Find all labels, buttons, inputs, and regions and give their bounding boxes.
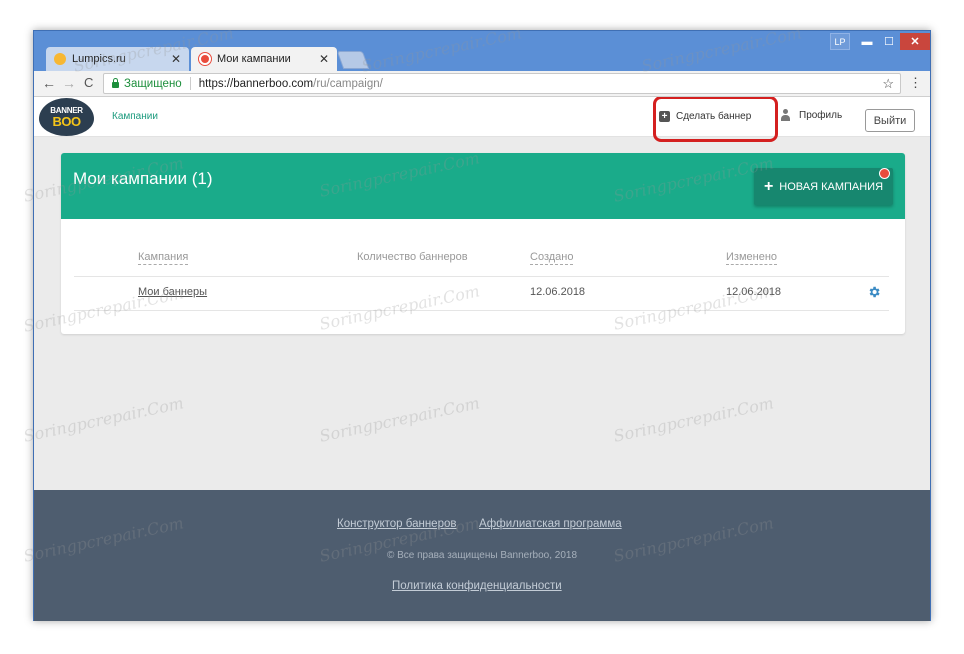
address-divider — [189, 77, 191, 90]
footer-copyright: © Все права защищены Bannerboo, 2018 — [386, 550, 578, 561]
column-header-campaign[interactable]: Кампания — [138, 251, 189, 265]
new-tab-button[interactable] — [336, 51, 370, 69]
tab-close-icon[interactable]: ✕ — [171, 52, 181, 66]
tab-my-campaigns[interactable]: Мои кампании ✕ — [191, 47, 337, 71]
notification-badge — [879, 168, 890, 179]
table-divider — [74, 310, 889, 311]
table-divider — [74, 276, 889, 277]
page-viewport: BANNER BOO Кампании + Сделать баннер Про… — [34, 97, 930, 621]
bannerboo-favicon-icon — [199, 53, 211, 65]
screenshot: Lumpics.ru ✕ Мои кампании ✕ LP ▬ ☐ ✕ ← →… — [0, 0, 964, 654]
maximize-icon[interactable]: ☐ — [878, 33, 900, 50]
url-path: /ru/campaign/ — [313, 77, 383, 90]
footer-link-privacy[interactable]: Политика конфиденциальности — [392, 580, 562, 592]
column-header-modified[interactable]: Изменено — [726, 251, 778, 265]
nav-campaigns-link[interactable]: Кампании — [112, 111, 158, 122]
address-bar[interactable]: Защищено https://bannerboo.com /ru/campa… — [103, 73, 901, 94]
lock-icon — [112, 77, 119, 88]
new-campaign-label: НОВАЯ КАМПАНИЯ — [779, 180, 884, 193]
browser-window: Lumpics.ru ✕ Мои кампании ✕ LP ▬ ☐ ✕ ← →… — [33, 30, 931, 621]
user-profile-badge[interactable]: LP — [830, 33, 850, 50]
column-header-banner-count: Количество баннеров — [357, 251, 468, 263]
browser-toolbar: ← → C Защищено https://bannerboo.com /ru… — [34, 71, 930, 97]
browser-titlebar: Lumpics.ru ✕ Мои кампании ✕ LP ▬ ☐ ✕ — [34, 31, 930, 71]
tab-lumpics[interactable]: Lumpics.ru ✕ — [46, 47, 189, 71]
bannerboo-logo[interactable]: BANNER BOO — [39, 98, 94, 136]
bookmark-star-icon[interactable]: ☆ — [882, 76, 894, 92]
user-icon — [780, 109, 791, 121]
highlight-frame — [653, 97, 778, 142]
settings-gear-icon[interactable] — [867, 285, 881, 299]
logout-button[interactable]: Выйти — [865, 109, 915, 132]
browser-menu-icon[interactable]: ⋮ — [909, 76, 922, 89]
campaign-created-date: 12.06.2018 — [530, 286, 586, 298]
footer-link-constructor[interactable]: Конструктор баннеров — [337, 518, 456, 530]
profile-label: Профиль — [799, 109, 843, 121]
tab-label: Lumpics.ru — [72, 53, 126, 65]
tab-close-icon[interactable]: ✕ — [319, 52, 329, 66]
window-close-icon[interactable]: ✕ — [900, 33, 930, 50]
tab-label: Мои кампании — [217, 53, 291, 65]
site-header: BANNER BOO Кампании + Сделать баннер Про… — [34, 97, 930, 142]
campaign-name-link[interactable]: Мои баннеры — [138, 286, 207, 298]
url-host: https://bannerboo.com — [198, 77, 314, 90]
secure-label: Защищено — [124, 77, 182, 90]
site-footer: Конструктор баннеров Аффилиатская програ… — [34, 490, 930, 621]
back-arrow-icon[interactable]: ← — [42, 75, 56, 91]
forward-arrow-icon[interactable]: → — [62, 75, 76, 91]
campaigns-card: Мои кампании (1) + НОВАЯ КАМПАНИЯ Кампан… — [61, 153, 905, 334]
logo-text-bottom: BOO — [52, 113, 81, 129]
footer-link-affiliate[interactable]: Аффилиатская программа — [479, 518, 622, 530]
reload-icon[interactable]: C — [84, 75, 93, 90]
minimize-icon[interactable]: ▬ — [856, 33, 878, 50]
campaign-modified-date: 12.06.2018 — [726, 286, 782, 298]
lumpics-favicon-icon — [54, 53, 66, 65]
profile-link[interactable]: Профиль — [780, 109, 842, 121]
page-title: Мои кампании (1) — [73, 169, 213, 188]
campaigns-card-header: Мои кампании (1) + НОВАЯ КАМПАНИЯ — [61, 153, 905, 219]
column-header-created[interactable]: Создано — [530, 251, 574, 265]
new-campaign-button[interactable]: + НОВАЯ КАМПАНИЯ — [754, 168, 893, 205]
plus-icon: + — [763, 177, 774, 195]
